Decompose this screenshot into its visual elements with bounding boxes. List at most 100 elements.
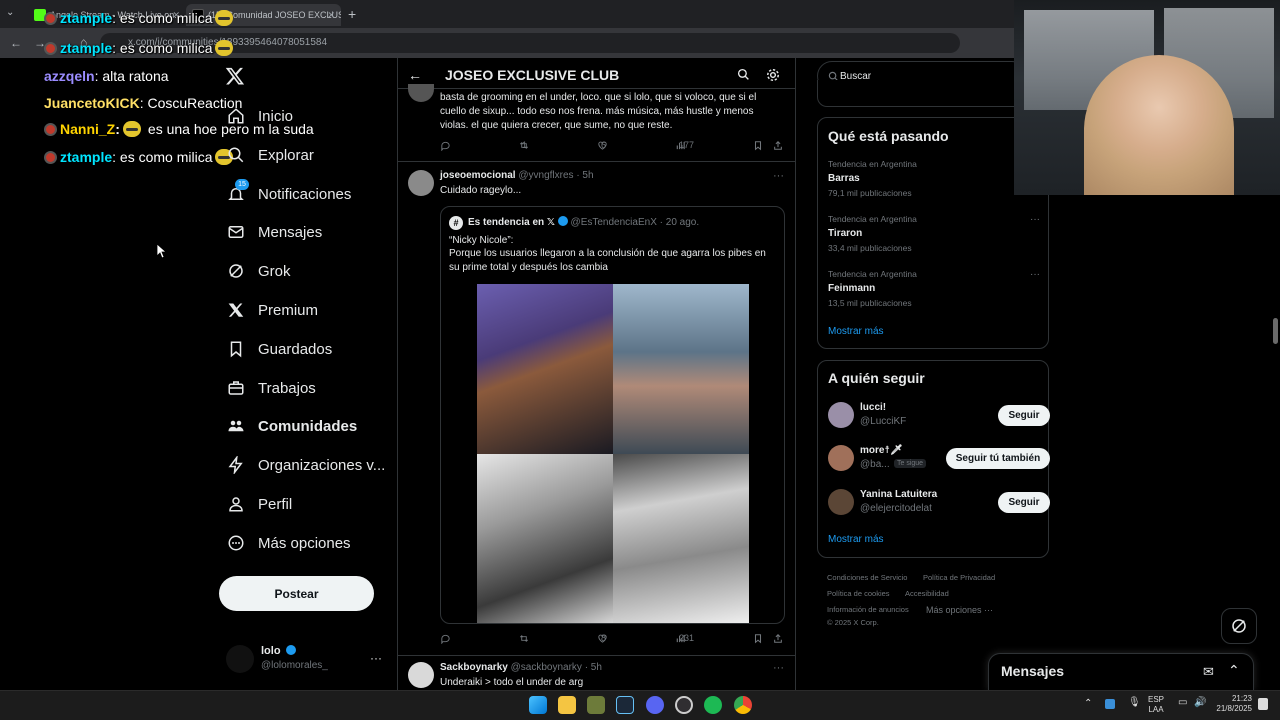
- account-avatar[interactable]: [226, 645, 254, 673]
- chevron-up-icon[interactable]: ⌃: [1228, 662, 1240, 679]
- quote-image-grid[interactable]: [477, 284, 749, 623]
- grok-float-button[interactable]: [1221, 608, 1257, 644]
- scrollbar-thumb[interactable]: [1273, 318, 1278, 344]
- lang-indicator[interactable]: ESP LAA: [1148, 695, 1164, 715]
- post-author: joseoemocional @yvngflxres · 5h: [440, 170, 594, 181]
- share-icon[interactable]: [773, 633, 783, 644]
- footer-link[interactable]: Política de cookies: [827, 589, 890, 598]
- nav-item-explorar[interactable]: Explorar: [226, 140, 314, 170]
- steam-icon[interactable]: [616, 696, 634, 714]
- gear-icon[interactable]: [766, 68, 780, 82]
- emote-icon: [122, 121, 141, 137]
- follow-suggestion[interactable]: more☨🗡 @ba... Te sigue Seguir tú también: [828, 445, 1050, 475]
- briefcase-icon: [226, 378, 246, 398]
- nav-item-comunidades[interactable]: Comunidades: [226, 411, 357, 441]
- quoted-post[interactable]: # Es tendencia en 𝕏 @EsTendenciaEnX · 20…: [440, 206, 785, 624]
- spotify-icon[interactable]: [704, 696, 722, 714]
- trends-title: Qué está pasando: [828, 128, 949, 144]
- share-icon[interactable]: [773, 140, 783, 151]
- trend-item[interactable]: Tendencia en Argentina Feinmann 13,5 mil p…: [828, 269, 1040, 308]
- bookmark-icon[interactable]: [753, 633, 763, 644]
- bookmark-icon: [226, 339, 246, 359]
- follow-button[interactable]: Seguir: [998, 492, 1050, 513]
- chat-message: ztample: es como milica: [44, 40, 236, 56]
- follow-suggestion[interactable]: lucci! @LucciKF Seguir: [828, 402, 1050, 432]
- nav-item-label: Inicio: [258, 107, 294, 125]
- footer-link[interactable]: Condiciones de Servicio: [827, 573, 907, 582]
- chat-username: ztample: [60, 40, 113, 56]
- post-avatar[interactable]: [408, 662, 434, 688]
- post-button[interactable]: Postear: [219, 576, 374, 611]
- nav-item-notificaciones[interactable]: 15 Notificaciones: [226, 179, 351, 209]
- nav-item-premium[interactable]: Premium: [226, 295, 318, 325]
- follow-avatar[interactable]: [828, 445, 854, 471]
- tab-list-button[interactable]: ⌄: [6, 7, 20, 21]
- author-name[interactable]: joseoemocional: [440, 170, 516, 181]
- footer-link[interactable]: Información de anuncios: [827, 605, 909, 614]
- footer-link[interactable]: Accesibilidad: [905, 589, 949, 598]
- follow-handle: @elejercitodelat: [860, 503, 932, 514]
- footer-link[interactable]: Política de Privacidad: [923, 573, 995, 582]
- chrome-icon[interactable]: [734, 696, 752, 714]
- nav-item-trabajos[interactable]: Trabajos: [226, 373, 316, 403]
- messages-drawer[interactable]: Mensajes ✉ ⌃: [988, 653, 1254, 690]
- follow-avatar[interactable]: [828, 489, 854, 515]
- network-icon[interactable]: ▭: [1178, 697, 1187, 708]
- discord-icon[interactable]: [646, 696, 664, 714]
- follow-suggestion[interactable]: Yanina Latuitera @elejercitodelat Seguir: [828, 489, 1050, 519]
- nav-item-organizaciones[interactable]: Organizaciones v...: [226, 450, 385, 480]
- search-icon[interactable]: [737, 68, 750, 81]
- post-more-icon[interactable]: ···: [773, 662, 784, 674]
- nav-item-mas-opciones[interactable]: Más opciones: [226, 528, 351, 558]
- trend-context: Tendencia en Argentina: [828, 159, 917, 169]
- windows-start-icon[interactable]: [529, 696, 547, 714]
- defender-icon[interactable]: [1105, 699, 1115, 709]
- follow-name[interactable]: lucci!: [860, 402, 886, 413]
- obs-icon[interactable]: [675, 696, 693, 714]
- follow-button[interactable]: Seguir: [998, 405, 1050, 426]
- volume-icon[interactable]: 🔊: [1194, 697, 1206, 708]
- app-icon[interactable]: [587, 696, 605, 714]
- nav-item-inicio[interactable]: Inicio: [226, 101, 293, 131]
- bookmark-icon[interactable]: [753, 140, 763, 151]
- trend-item[interactable]: Tendencia en Argentina Tiraron 33,4 mil pu…: [828, 214, 1040, 253]
- follow-name[interactable]: more☨🗡: [860, 445, 903, 456]
- trend-name: Barras: [828, 173, 860, 184]
- follow-show-more[interactable]: Mostrar más: [828, 534, 884, 545]
- follow-title: A quién seguir: [828, 370, 925, 386]
- trends-show-more[interactable]: Mostrar más: [828, 326, 884, 337]
- follow-name[interactable]: Yanina Latuitera: [860, 489, 937, 500]
- trend-item[interactable]: Tendencia en Argentina Barras 79,1 mil pub…: [828, 159, 1040, 198]
- new-tab-button[interactable]: +: [348, 6, 356, 22]
- trend-more-icon[interactable]: ···: [1030, 269, 1040, 280]
- nav-item-grok[interactable]: Grok: [226, 256, 291, 286]
- trend-more-icon[interactable]: ···: [1030, 214, 1040, 225]
- follow-avatar[interactable]: [828, 402, 854, 428]
- post-more-icon[interactable]: ···: [773, 170, 784, 182]
- post-avatar[interactable]: [408, 170, 434, 196]
- follow-button[interactable]: Seguir tú también: [946, 448, 1050, 469]
- nav-item-mensajes[interactable]: Mensajes: [226, 217, 322, 247]
- close-icon[interactable]: ✕: [327, 4, 335, 26]
- chevron-up-icon[interactable]: ⌃: [1084, 698, 1092, 709]
- clock[interactable]: 21:23 21/8/2025: [1212, 694, 1252, 714]
- microphone-icon[interactable]: 🎙: [1128, 697, 1141, 708]
- author-name[interactable]: Sackboynarky: [440, 662, 508, 673]
- x-logo-icon[interactable]: [225, 66, 245, 86]
- account-menu-icon[interactable]: ···: [370, 651, 382, 665]
- back-arrow-icon[interactable]: ←: [408, 67, 422, 83]
- nav-item-guardados[interactable]: Guardados: [226, 334, 332, 364]
- footer-link[interactable]: Más opciones ···: [926, 605, 993, 615]
- file-explorer-icon[interactable]: [558, 696, 576, 714]
- photo-4[interactable]: [613, 454, 749, 623]
- chat-username: ztample: [60, 10, 113, 26]
- photo-1[interactable]: [477, 284, 613, 454]
- author-handle: @yvngflxres: [518, 170, 574, 181]
- photo-2[interactable]: [613, 284, 749, 454]
- notification-icon[interactable]: [1258, 698, 1268, 710]
- more-circle-icon: [226, 533, 246, 553]
- new-message-icon[interactable]: ✉: [1203, 664, 1214, 680]
- photo-3[interactable]: [477, 454, 613, 623]
- back-icon[interactable]: ←: [10, 36, 22, 50]
- nav-item-perfil[interactable]: Perfil: [226, 489, 292, 519]
